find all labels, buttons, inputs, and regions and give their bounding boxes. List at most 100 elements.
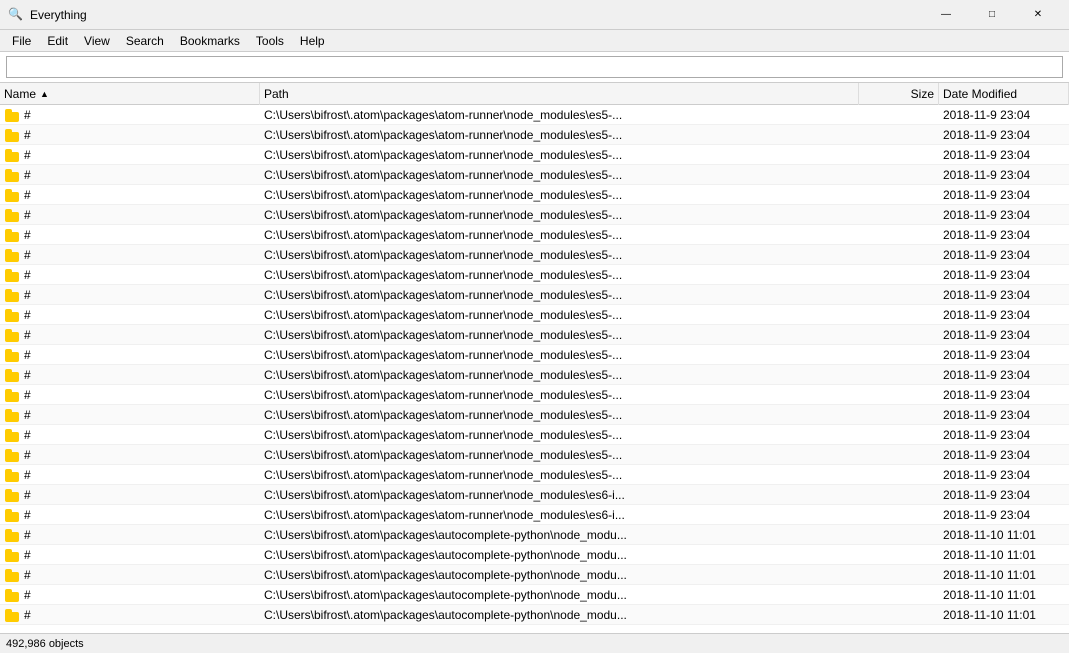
table-row[interactable]: # C:\Users\bifrost\.atom\packages\atom-r…: [0, 345, 1069, 365]
menu-tools[interactable]: Tools: [248, 30, 292, 52]
cell-date: 2018-11-10 11:01: [939, 605, 1069, 625]
filename: #: [24, 548, 31, 562]
cell-path: C:\Users\bifrost\.atom\packages\atom-run…: [260, 405, 859, 425]
cell-path: C:\Users\bifrost\.atom\packages\atom-run…: [260, 505, 859, 525]
cell-date: 2018-11-9 23:04: [939, 265, 1069, 285]
table-row[interactable]: # C:\Users\bifrost\.atom\packages\atom-r…: [0, 385, 1069, 405]
table-row[interactable]: # C:\Users\bifrost\.atom\packages\atom-r…: [0, 445, 1069, 465]
table-row[interactable]: # C:\Users\bifrost\.atom\packages\atom-r…: [0, 105, 1069, 125]
folder-icon: [4, 408, 20, 422]
cell-path: C:\Users\bifrost\.atom\packages\atom-run…: [260, 385, 859, 405]
cell-path: C:\Users\bifrost\.atom\packages\atom-run…: [260, 205, 859, 225]
folder-icon: [4, 308, 20, 322]
folder-icon: [4, 428, 20, 442]
menu-file[interactable]: File: [4, 30, 39, 52]
filename: #: [24, 568, 31, 582]
table-row[interactable]: # C:\Users\bifrost\.atom\packages\atom-r…: [0, 225, 1069, 245]
filename: #: [24, 388, 31, 402]
table-row[interactable]: # C:\Users\bifrost\.atom\packages\atom-r…: [0, 485, 1069, 505]
table-row[interactable]: # C:\Users\bifrost\.atom\packages\atom-r…: [0, 185, 1069, 205]
filename: #: [24, 228, 31, 242]
table-row[interactable]: # C:\Users\bifrost\.atom\packages\atom-r…: [0, 405, 1069, 425]
table-row[interactable]: # C:\Users\bifrost\.atom\packages\atom-r…: [0, 465, 1069, 485]
table-row[interactable]: # C:\Users\bifrost\.atom\packages\atom-r…: [0, 305, 1069, 325]
cell-size: [859, 145, 939, 165]
table-row[interactable]: # C:\Users\bifrost\.atom\packages\atom-r…: [0, 205, 1069, 225]
filename: #: [24, 448, 31, 462]
cell-size: [859, 245, 939, 265]
filename: #: [24, 108, 31, 122]
folder-icon: [4, 108, 20, 122]
menu-bookmarks[interactable]: Bookmarks: [172, 30, 248, 52]
filename: #: [24, 348, 31, 362]
cell-size: [859, 465, 939, 485]
filename: #: [24, 128, 31, 142]
table-row[interactable]: # C:\Users\bifrost\.atom\packages\atom-r…: [0, 165, 1069, 185]
table-row[interactable]: # C:\Users\bifrost\.atom\packages\atom-r…: [0, 325, 1069, 345]
maximize-button[interactable]: □: [969, 0, 1015, 30]
folder-icon: [4, 288, 20, 302]
cell-name: #: [0, 205, 260, 225]
menu-search[interactable]: Search: [118, 30, 172, 52]
filename: #: [24, 608, 31, 622]
cell-size: [859, 125, 939, 145]
folder-icon: [4, 448, 20, 462]
table-row[interactable]: # C:\Users\bifrost\.atom\packages\atom-r…: [0, 285, 1069, 305]
col-header-date[interactable]: Date Modified: [939, 83, 1069, 105]
col-header-path[interactable]: Path: [260, 83, 859, 105]
table-row[interactable]: # C:\Users\bifrost\.atom\packages\autoco…: [0, 605, 1069, 625]
cell-name: #: [0, 225, 260, 245]
folder-icon: [4, 228, 20, 242]
menu-help[interactable]: Help: [292, 30, 333, 52]
menu-view[interactable]: View: [76, 30, 118, 52]
table-row[interactable]: # C:\Users\bifrost\.atom\packages\atom-r…: [0, 245, 1069, 265]
cell-name: #: [0, 345, 260, 365]
table-row[interactable]: # C:\Users\bifrost\.atom\packages\atom-r…: [0, 145, 1069, 165]
menu-bar: File Edit View Search Bookmarks Tools He…: [0, 30, 1069, 52]
cell-path: C:\Users\bifrost\.atom\packages\atom-run…: [260, 265, 859, 285]
col-header-size[interactable]: Size: [859, 83, 939, 105]
close-button[interactable]: ✕: [1015, 0, 1061, 30]
folder-icon: [4, 568, 20, 582]
folder-icon: [4, 588, 20, 602]
menu-edit[interactable]: Edit: [39, 30, 76, 52]
cell-path: C:\Users\bifrost\.atom\packages\autocomp…: [260, 565, 859, 585]
filename: #: [24, 148, 31, 162]
table-row[interactable]: # C:\Users\bifrost\.atom\packages\autoco…: [0, 525, 1069, 545]
cell-path: C:\Users\bifrost\.atom\packages\atom-run…: [260, 145, 859, 165]
col-header-name[interactable]: Name ▲: [0, 83, 260, 105]
table-row[interactable]: # C:\Users\bifrost\.atom\packages\autoco…: [0, 585, 1069, 605]
file-list[interactable]: # C:\Users\bifrost\.atom\packages\atom-r…: [0, 105, 1069, 633]
cell-date: 2018-11-9 23:04: [939, 505, 1069, 525]
table-row[interactable]: # C:\Users\bifrost\.atom\packages\atom-r…: [0, 365, 1069, 385]
cell-name: #: [0, 445, 260, 465]
cell-path: C:\Users\bifrost\.atom\packages\autocomp…: [260, 545, 859, 565]
cell-date: 2018-11-9 23:04: [939, 205, 1069, 225]
table-row[interactable]: # C:\Users\bifrost\.atom\packages\atom-r…: [0, 505, 1069, 525]
cell-name: #: [0, 505, 260, 525]
cell-path: C:\Users\bifrost\.atom\packages\atom-run…: [260, 365, 859, 385]
table-row[interactable]: # C:\Users\bifrost\.atom\packages\atom-r…: [0, 125, 1069, 145]
table-row[interactable]: # C:\Users\bifrost\.atom\packages\autoco…: [0, 545, 1069, 565]
cell-date: 2018-11-9 23:04: [939, 305, 1069, 325]
cell-size: [859, 445, 939, 465]
table-row[interactable]: # C:\Users\bifrost\.atom\packages\atom-r…: [0, 425, 1069, 445]
cell-date: 2018-11-9 23:04: [939, 105, 1069, 125]
table-row[interactable]: # C:\Users\bifrost\.atom\packages\atom-r…: [0, 265, 1069, 285]
sort-indicator: ▲: [40, 89, 49, 99]
filename: #: [24, 248, 31, 262]
cell-name: #: [0, 365, 260, 385]
filename: #: [24, 168, 31, 182]
cell-path: C:\Users\bifrost\.atom\packages\autocomp…: [260, 585, 859, 605]
cell-path: C:\Users\bifrost\.atom\packages\atom-run…: [260, 485, 859, 505]
cell-name: #: [0, 305, 260, 325]
cell-name: #: [0, 605, 260, 625]
cell-size: [859, 525, 939, 545]
search-input[interactable]: [6, 56, 1063, 78]
folder-icon: [4, 368, 20, 382]
table-row[interactable]: # C:\Users\bifrost\.atom\packages\autoco…: [0, 565, 1069, 585]
minimize-button[interactable]: —: [923, 0, 969, 30]
cell-path: C:\Users\bifrost\.atom\packages\atom-run…: [260, 165, 859, 185]
folder-icon: [4, 548, 20, 562]
cell-date: 2018-11-9 23:04: [939, 125, 1069, 145]
